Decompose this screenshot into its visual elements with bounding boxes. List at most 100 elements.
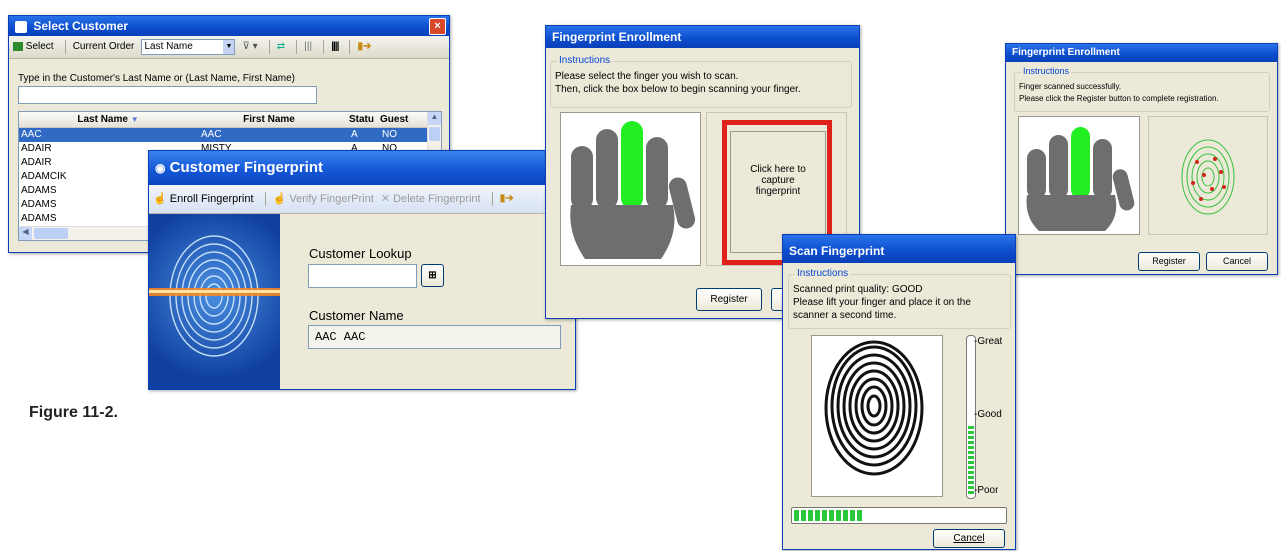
- column-header-status[interactable]: Statu: [349, 112, 379, 127]
- enrollment-complete-titlebar: Fingerprint Enrollment: [1006, 44, 1277, 62]
- progress-block: [794, 510, 799, 521]
- progress-block: [857, 510, 862, 521]
- toolbar-separator: [491, 192, 493, 207]
- instructions-legend: Instructions: [795, 268, 851, 279]
- delete-label: Delete Fingerprint: [393, 193, 481, 206]
- instructions-group: Instructions Finger scanned successfully…: [1014, 66, 1270, 112]
- window-title: Customer Fingerprint: [169, 159, 323, 176]
- enroll-fingerprint-button[interactable]: ☝ Enroll Fingerprint: [153, 185, 254, 213]
- table-cell-status: A: [351, 129, 358, 140]
- column-header-last-name[interactable]: Last Name ▼: [19, 112, 197, 127]
- scan-image-panel: [811, 335, 943, 497]
- enrollment-complete-window: Fingerprint Enrollment Instructions Fing…: [1005, 43, 1278, 275]
- scan-titlebar: Scan Fingerprint: [783, 235, 1015, 263]
- fingerprint-app-icon: ◉: [155, 161, 166, 175]
- scroll-thumb[interactable]: [429, 127, 440, 141]
- instructions-group: Instructions Please select the finger yo…: [550, 55, 852, 108]
- select-icon: [13, 41, 23, 51]
- select-button[interactable]: Select: [13, 36, 54, 58]
- scan-progress-bar: [791, 507, 1007, 524]
- finger-index: [1093, 139, 1112, 199]
- fingerprint-illustration: [149, 235, 280, 357]
- enrollment-titlebar: Fingerprint Enrollment: [546, 26, 859, 48]
- finger-ring: [1049, 135, 1068, 199]
- instruction-line-2: Please click the Register button to comp…: [1019, 94, 1219, 103]
- table-cell-first: AAC: [201, 129, 222, 140]
- progress-fill: [794, 510, 864, 521]
- palm: [1026, 195, 1117, 231]
- scroll-left-icon[interactable]: ◀: [19, 227, 32, 240]
- table-cell-guest: NO: [382, 129, 397, 140]
- finger-pinky: [571, 146, 593, 210]
- table-header: Last Name ▼ First Name Statu Guest: [19, 112, 427, 128]
- finger-middle-selected: [1071, 127, 1090, 199]
- customer-search-input[interactable]: [18, 86, 317, 104]
- progress-block: [801, 510, 806, 521]
- cancel-button[interactable]: Cancel: [1206, 252, 1268, 271]
- order-select[interactable]: Last Name ▼: [141, 39, 236, 56]
- scanned-fingerprint-image: [812, 336, 942, 496]
- quality-great-label: -Great: [974, 336, 1003, 347]
- scroll-up-icon[interactable]: ▲: [428, 112, 441, 125]
- app-icon: [15, 20, 27, 33]
- scanned-fingerprint-image: [1181, 139, 1235, 215]
- progress-block: [829, 510, 834, 521]
- select-customer-titlebar: Select Customer: [9, 16, 449, 36]
- toolbar-separator: [323, 40, 325, 55]
- column-header-first-name[interactable]: First Name: [199, 112, 339, 127]
- finger-index: [646, 137, 668, 209]
- table-cell-last: AAC: [21, 129, 42, 140]
- select-button-label: Select: [25, 41, 54, 53]
- cancel-label: Cancel: [953, 533, 985, 544]
- toolbar-separator: [264, 192, 266, 207]
- hand-panel: [1018, 116, 1140, 235]
- chevron-down-icon: ▼: [223, 40, 235, 55]
- toolbar-separator: [349, 40, 351, 55]
- progress-block: [815, 510, 820, 521]
- close-button[interactable]: ×: [429, 18, 446, 35]
- hand-panel: [560, 112, 701, 266]
- instruction-line-1: Please select the finger you wish to sca…: [555, 71, 739, 82]
- cancel-button[interactable]: Cancel: [933, 529, 1005, 548]
- progress-block: [850, 510, 855, 521]
- binoculars-icon: ⊞: [428, 270, 437, 281]
- figure-caption: Figure 11-2.: [29, 404, 118, 421]
- filter-icon[interactable]: ⊽ ▾: [243, 36, 258, 58]
- customer-fingerprint-window: ◉ Customer Fingerprint ☝ Enroll Fingerpr…: [148, 150, 576, 390]
- hand-selector[interactable]: [561, 113, 700, 265]
- verify-fingerprint-button[interactable]: ☝ Verify FingerPrint: [273, 185, 374, 213]
- finger-ring: [596, 129, 618, 209]
- fingerprint-graphic: [149, 214, 280, 389]
- toolbar-separator: [268, 40, 270, 55]
- customer-lookup-input[interactable]: [308, 264, 417, 288]
- column-header-guest[interactable]: Guest: [380, 112, 420, 127]
- sort-descending-icon: ▼: [130, 115, 139, 124]
- delete-fingerprint-button[interactable]: ✕ Delete Fingerprint: [381, 185, 481, 213]
- table-row[interactable]: AAC AAC A NO: [19, 128, 427, 142]
- scroll-h-thumb[interactable]: [34, 228, 68, 239]
- window-title: Select Customer: [33, 19, 129, 33]
- quality-poor-label: -Poor: [974, 485, 999, 496]
- current-order-label: Current Order: [72, 41, 135, 53]
- delete-x-icon: ✕: [380, 193, 391, 206]
- instructions-legend: Instructions: [557, 55, 613, 66]
- register-button[interactable]: Register: [696, 288, 762, 311]
- search-instruction: Type in the Customer's Last Name or (Las…: [18, 73, 295, 84]
- binoculars-search-button[interactable]: ⊞: [421, 264, 444, 287]
- progress-block: [808, 510, 813, 521]
- exit-icon[interactable]: ▮➔: [500, 185, 514, 213]
- columns-icon[interactable]: |||: [304, 36, 312, 58]
- toolbar-separator: [64, 40, 66, 55]
- exit-icon[interactable]: ▮➔: [358, 36, 372, 58]
- verify-label: Verify FingerPrint: [289, 193, 374, 206]
- customer-name-field: AAC AAC: [308, 325, 561, 349]
- enroll-label: Enroll Fingerprint: [169, 193, 254, 206]
- instruction-line-2: Please lift your finger and place it on …: [793, 297, 971, 308]
- barcode-icon[interactable]: ||||: [331, 36, 339, 58]
- register-button[interactable]: Register: [1138, 252, 1200, 271]
- progress-block: [843, 510, 848, 521]
- hand-icon: ☝: [272, 193, 287, 206]
- refresh-icon[interactable]: ⇄: [277, 36, 285, 58]
- scan-fingerprint-window: Scan Fingerprint Instructions Scanned pr…: [782, 234, 1016, 550]
- instruction-line-1: Scanned print quality: GOOD: [793, 284, 923, 295]
